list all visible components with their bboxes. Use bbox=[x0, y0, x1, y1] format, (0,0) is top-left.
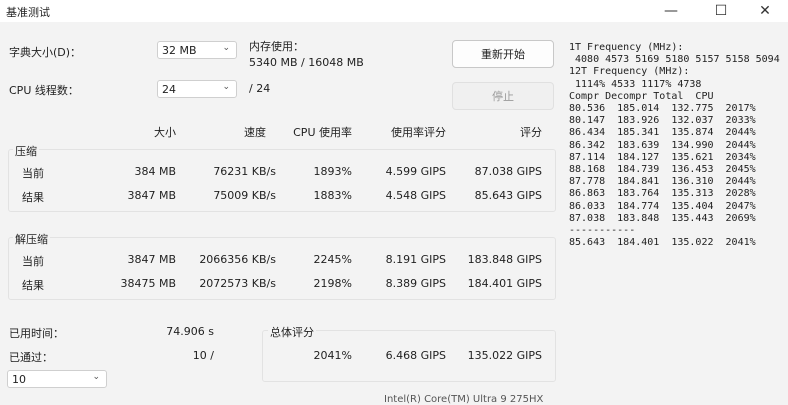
cpu-threads-select[interactable]: 24 ⌄ bbox=[157, 80, 237, 98]
cell-cpu-usage: 1893% bbox=[313, 165, 352, 178]
total-cpu-usage: 2041% bbox=[313, 349, 352, 362]
total-usage-rating: 6.468 GIPS bbox=[385, 349, 446, 362]
minimize-button[interactable]: — bbox=[648, 0, 694, 22]
benchmark-log: 1T Frequency (MHz): 4080 4573 5169 5180 … bbox=[569, 42, 783, 249]
elapsed-time-label: 已用时间： bbox=[9, 327, 64, 340]
header-size: 大小 bbox=[154, 126, 176, 139]
passed-label: 已通过： bbox=[9, 351, 53, 364]
cell-cpu-usage: 2198% bbox=[313, 277, 352, 290]
stop-button[interactable]: 停止 bbox=[452, 82, 554, 110]
log-line: ----------- bbox=[569, 225, 636, 237]
close-icon: ✕ bbox=[759, 3, 771, 19]
log-line: 80.536 185.014 132.775 2017% bbox=[569, 103, 756, 115]
log-line: 12T Frequency (MHz): bbox=[569, 66, 690, 78]
passed-value: 10 / bbox=[192, 349, 214, 362]
row-name: 当前 bbox=[22, 255, 44, 268]
maximize-icon: ☐ bbox=[714, 3, 728, 19]
cell-size: 3847 MB bbox=[127, 253, 176, 266]
title-bar: 基准测试 — ☐ ✕ bbox=[0, 0, 788, 22]
header-speed: 速度 bbox=[244, 126, 266, 139]
log-line: 86.033 184.774 135.404 2047% bbox=[569, 200, 756, 212]
log-line: 87.114 184.127 135.621 2034% bbox=[569, 151, 756, 163]
dictionary-size-label: 字典大小(D)： bbox=[9, 46, 82, 59]
row-name: 当前 bbox=[22, 167, 44, 180]
log-line: 1T Frequency (MHz): bbox=[569, 42, 684, 53]
header-usage-rating: 使用率评分 bbox=[391, 126, 446, 139]
cell-rating: 87.038 GIPS bbox=[474, 165, 542, 178]
chevron-down-icon: ⌄ bbox=[222, 82, 230, 92]
cell-speed: 2072573 KB/s bbox=[199, 277, 276, 290]
maximize-button[interactable]: ☐ bbox=[698, 0, 744, 22]
total-rating-label: 总体评分 bbox=[268, 324, 316, 340]
compress-label: 压缩 bbox=[13, 143, 39, 159]
cell-size: 384 MB bbox=[134, 165, 176, 178]
minimize-icon: — bbox=[664, 3, 678, 19]
chevron-down-icon: ⌄ bbox=[222, 43, 230, 53]
cell-size: 3847 MB bbox=[127, 189, 176, 202]
cell-usage-rating: 4.599 GIPS bbox=[385, 165, 446, 178]
log-line: 87.778 184.841 136.310 2044% bbox=[569, 176, 756, 188]
chevron-down-icon: ⌄ bbox=[92, 372, 100, 382]
log-line: 86.342 183.639 134.990 2044% bbox=[569, 139, 756, 151]
decompress-group bbox=[8, 237, 556, 300]
cpu-threads-total: / 24 bbox=[249, 82, 271, 95]
header-rating: 评分 bbox=[520, 126, 542, 139]
memory-usage-label: 内存使用： bbox=[249, 40, 304, 53]
log-line: Compr Decompr Total CPU bbox=[569, 90, 714, 102]
passes-select-value: 10 bbox=[12, 373, 26, 386]
log-line: 87.038 183.848 135.443 2069% bbox=[569, 212, 756, 224]
restart-button[interactable]: 重新开始 bbox=[452, 40, 554, 68]
cell-cpu-usage: 1883% bbox=[313, 189, 352, 202]
cell-cpu-usage: 2245% bbox=[313, 253, 352, 266]
close-button[interactable]: ✕ bbox=[742, 0, 788, 22]
stop-button-label: 停止 bbox=[492, 90, 514, 103]
dictionary-size-value: 32 MB bbox=[162, 44, 197, 57]
cell-size: 38475 MB bbox=[120, 277, 176, 290]
cell-usage-rating: 8.389 GIPS bbox=[385, 277, 446, 290]
log-line: 80.147 183.926 132.037 2033% bbox=[569, 115, 756, 127]
row-name: 结果 bbox=[22, 279, 44, 292]
memory-usage-value: 5340 MB / 16048 MB bbox=[249, 56, 364, 69]
cell-usage-rating: 4.548 GIPS bbox=[385, 189, 446, 202]
cell-rating: 85.643 GIPS bbox=[474, 189, 542, 202]
cell-rating: 184.401 GIPS bbox=[467, 277, 542, 290]
cell-speed: 76231 KB/s bbox=[213, 165, 276, 178]
log-line: 4080 4573 5169 5180 5157 5158 5094 bbox=[569, 54, 780, 66]
cell-speed: 2066356 KB/s bbox=[199, 253, 276, 266]
cpu-threads-value: 24 bbox=[162, 83, 176, 96]
passes-select[interactable]: 10 ⌄ bbox=[7, 370, 107, 388]
log-line: 86.863 183.764 135.313 2028% bbox=[569, 188, 756, 200]
cell-rating: 183.848 GIPS bbox=[467, 253, 542, 266]
elapsed-time-value: 74.906 s bbox=[166, 325, 214, 338]
total-rating: 135.022 GIPS bbox=[467, 349, 542, 362]
log-line: 1114% 4533 1117% 4738 bbox=[569, 78, 702, 90]
cpu-threads-label: CPU 线程数： bbox=[9, 84, 79, 97]
header-cpu-usage: CPU 使用率 bbox=[293, 126, 352, 139]
log-line: 85.643 184.401 135.022 2041% bbox=[569, 237, 756, 249]
row-name: 结果 bbox=[22, 191, 44, 204]
log-line: 86.434 185.341 135.874 2044% bbox=[569, 127, 756, 139]
restart-button-label: 重新开始 bbox=[481, 48, 525, 61]
log-line: 88.168 184.739 136.453 2045% bbox=[569, 164, 756, 176]
window-title: 基准测试 bbox=[6, 6, 50, 19]
decompress-label: 解压缩 bbox=[13, 231, 50, 247]
compress-group bbox=[8, 149, 556, 212]
dictionary-size-select[interactable]: 32 MB ⌄ bbox=[157, 41, 237, 59]
cell-usage-rating: 8.191 GIPS bbox=[385, 253, 446, 266]
cell-speed: 75009 KB/s bbox=[213, 189, 276, 202]
